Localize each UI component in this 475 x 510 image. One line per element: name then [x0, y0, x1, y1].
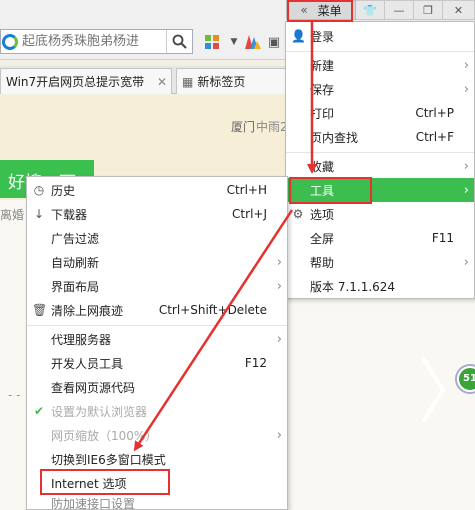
annotation-arrows	[133, 22, 317, 452]
arrow-diagonal	[133, 209, 294, 452]
